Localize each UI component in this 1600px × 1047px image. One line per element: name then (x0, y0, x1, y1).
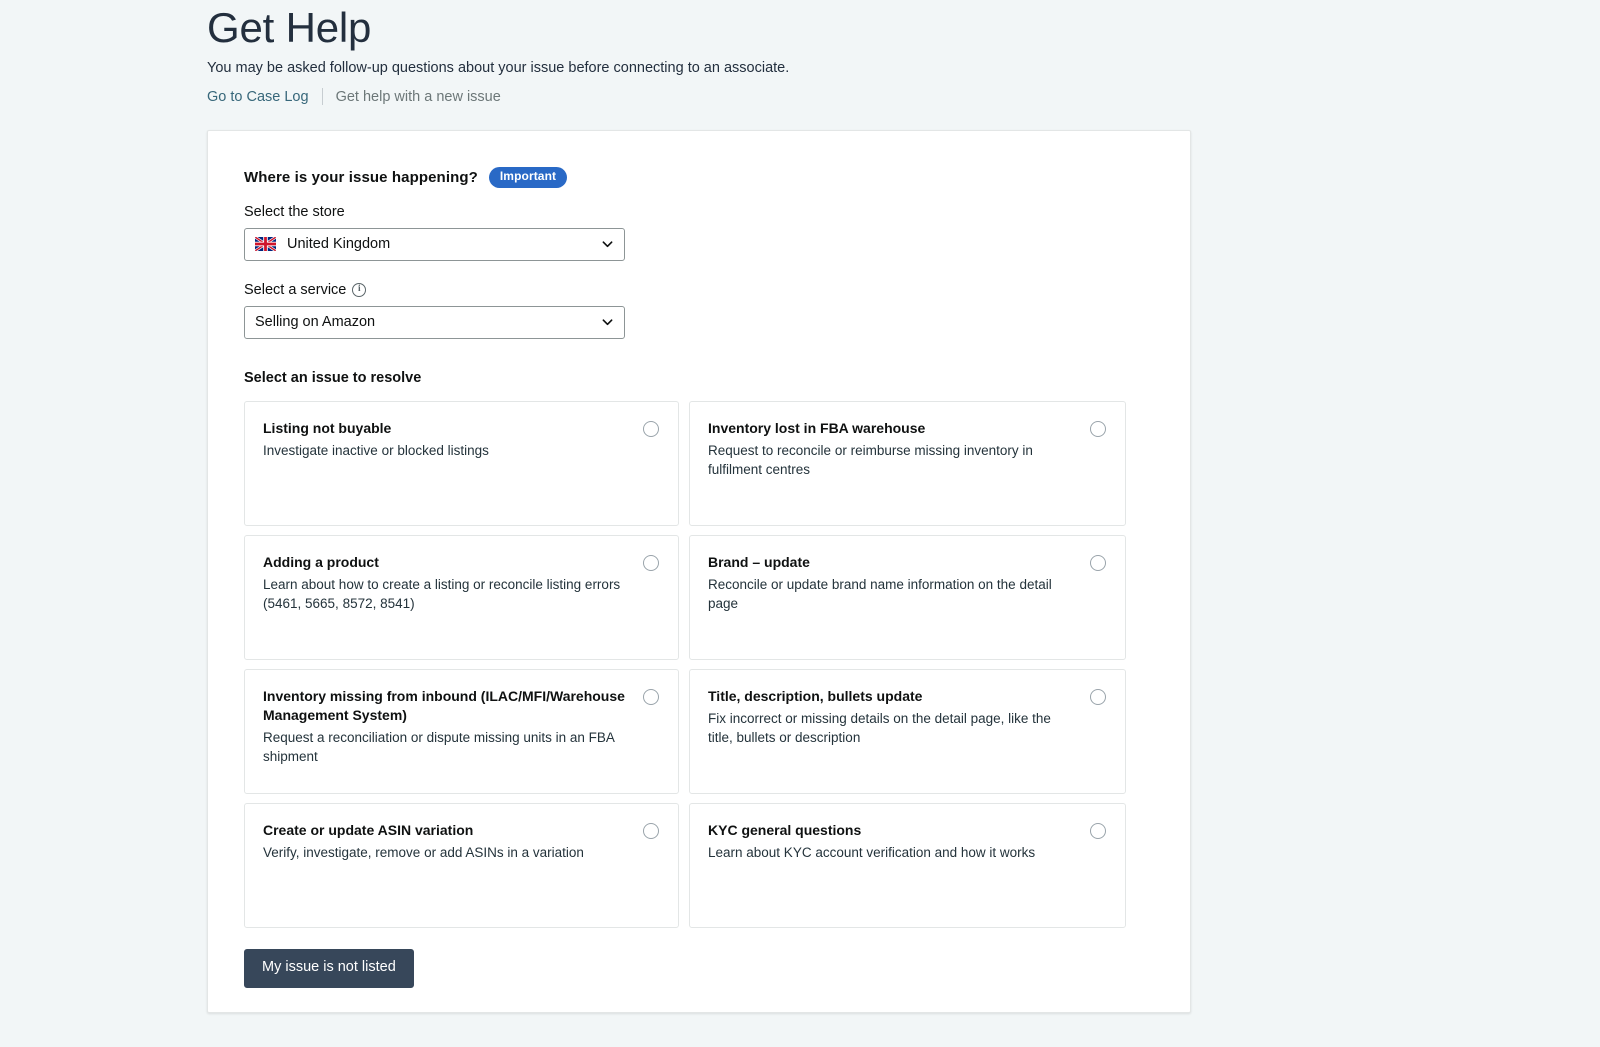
section-title: Where is your issue happening? (244, 168, 478, 186)
status-badge: Important (488, 167, 568, 188)
issue-radio-button[interactable] (643, 688, 659, 705)
store-label-text: Select the store (244, 203, 345, 220)
issue-card-title: Adding a product (263, 553, 379, 570)
issue-card-adding-a-product[interactable]: Adding a product Learn about how to crea… (244, 534, 679, 660)
get-help-page: Get Help You may be asked follow-up ques… (0, 0, 1600, 1047)
issue-card-description: Request a reconciliation or dispute miss… (263, 729, 615, 764)
service-select[interactable]: Selling on Amazon (244, 305, 625, 339)
help-form-inner: Where is your issue happening? Important… (208, 131, 1190, 1024)
issue-card-title: KYC general questions (708, 821, 862, 838)
issue-card-brand-update[interactable]: Brand – update Reconcile or update brand… (689, 534, 1126, 660)
header-links: Go to Case Log Get help with a new issue (207, 87, 1207, 107)
help-form-card: Where is your issue happening? Important… (207, 130, 1191, 1013)
info-icon[interactable]: i (352, 282, 367, 297)
issue-radio-button[interactable] (643, 554, 659, 571)
issue-grid: Listing not buyable Investigate inactive… (244, 400, 1154, 928)
issue-card-inventory-lost-fba[interactable]: Inventory lost in FBA warehouse Request … (689, 400, 1126, 526)
issue-card-title: Brand – update (708, 553, 810, 570)
issue-card-description: Reconcile or update brand name informati… (708, 576, 1052, 611)
store-select-value: United Kingdom (287, 236, 391, 253)
issue-card-title: Title, description, bullets update (708, 687, 923, 704)
get-help-new-issue-link[interactable]: Get help with a new issue (336, 87, 501, 107)
issue-card-title: Inventory missing from inbound (ILAC/MFI… (263, 687, 625, 723)
issue-card-title: Listing not buyable (263, 419, 392, 436)
issue-card-description: Learn about KYC account verification and… (708, 844, 1036, 860)
store-field-label: Select the store (244, 204, 1154, 220)
page-title: Get Help (207, 4, 372, 51)
chevron-down-icon (602, 317, 613, 328)
issue-radio-button[interactable] (1090, 420, 1106, 437)
issue-radio-button[interactable] (1090, 688, 1106, 705)
issue-card-description: Verify, investigate, remove or add ASINs… (263, 844, 584, 860)
service-field-label: Select a service i (244, 282, 1154, 298)
service-select-value: Selling on Amazon (255, 314, 376, 331)
issue-radio-button[interactable] (643, 420, 659, 437)
issue-card-inventory-missing-inbound[interactable]: Inventory missing from inbound (ILAC/MFI… (244, 668, 679, 794)
issue-radio-button[interactable] (1090, 822, 1106, 839)
page-subtitle: You may be asked follow-up questions abo… (207, 60, 790, 77)
issue-card-kyc-general-questions[interactable]: KYC general questions Learn about KYC ac… (689, 802, 1126, 928)
issue-card-title: Create or update ASIN variation (263, 821, 474, 838)
my-issue-not-listed-button[interactable]: My issue is not listed (244, 948, 414, 988)
service-label-text: Select a service (244, 281, 347, 298)
issue-radio-button[interactable] (643, 822, 659, 839)
issue-card-asin-variation[interactable]: Create or update ASIN variation Verify, … (244, 802, 679, 928)
issue-card-description: Learn about how to create a listing or r… (263, 576, 621, 611)
issues-heading: Select an issue to resolve (244, 369, 422, 386)
issue-card-title: Inventory lost in FBA warehouse (708, 419, 926, 436)
issue-card-description: Investigate inactive or blocked listings (263, 442, 489, 458)
issue-card-listing-not-buyable[interactable]: Listing not buyable Investigate inactive… (244, 400, 679, 526)
issue-card-description: Request to reconcile or reimburse missin… (708, 442, 1033, 477)
issue-card-title-description-bullets[interactable]: Title, description, bullets update Fix i… (689, 668, 1126, 794)
go-to-case-log-link[interactable]: Go to Case Log (207, 87, 309, 107)
issue-location-section-header: Where is your issue happening? Important (244, 167, 1154, 188)
link-divider (321, 88, 323, 106)
issue-card-description: Fix incorrect or missing details on the … (708, 710, 1051, 745)
page-header: Get Help You may be asked follow-up ques… (207, 4, 1207, 107)
chevron-down-icon (602, 239, 613, 250)
uk-flag-icon (255, 237, 276, 252)
store-select[interactable]: United Kingdom (244, 227, 625, 261)
issue-radio-button[interactable] (1090, 554, 1106, 571)
